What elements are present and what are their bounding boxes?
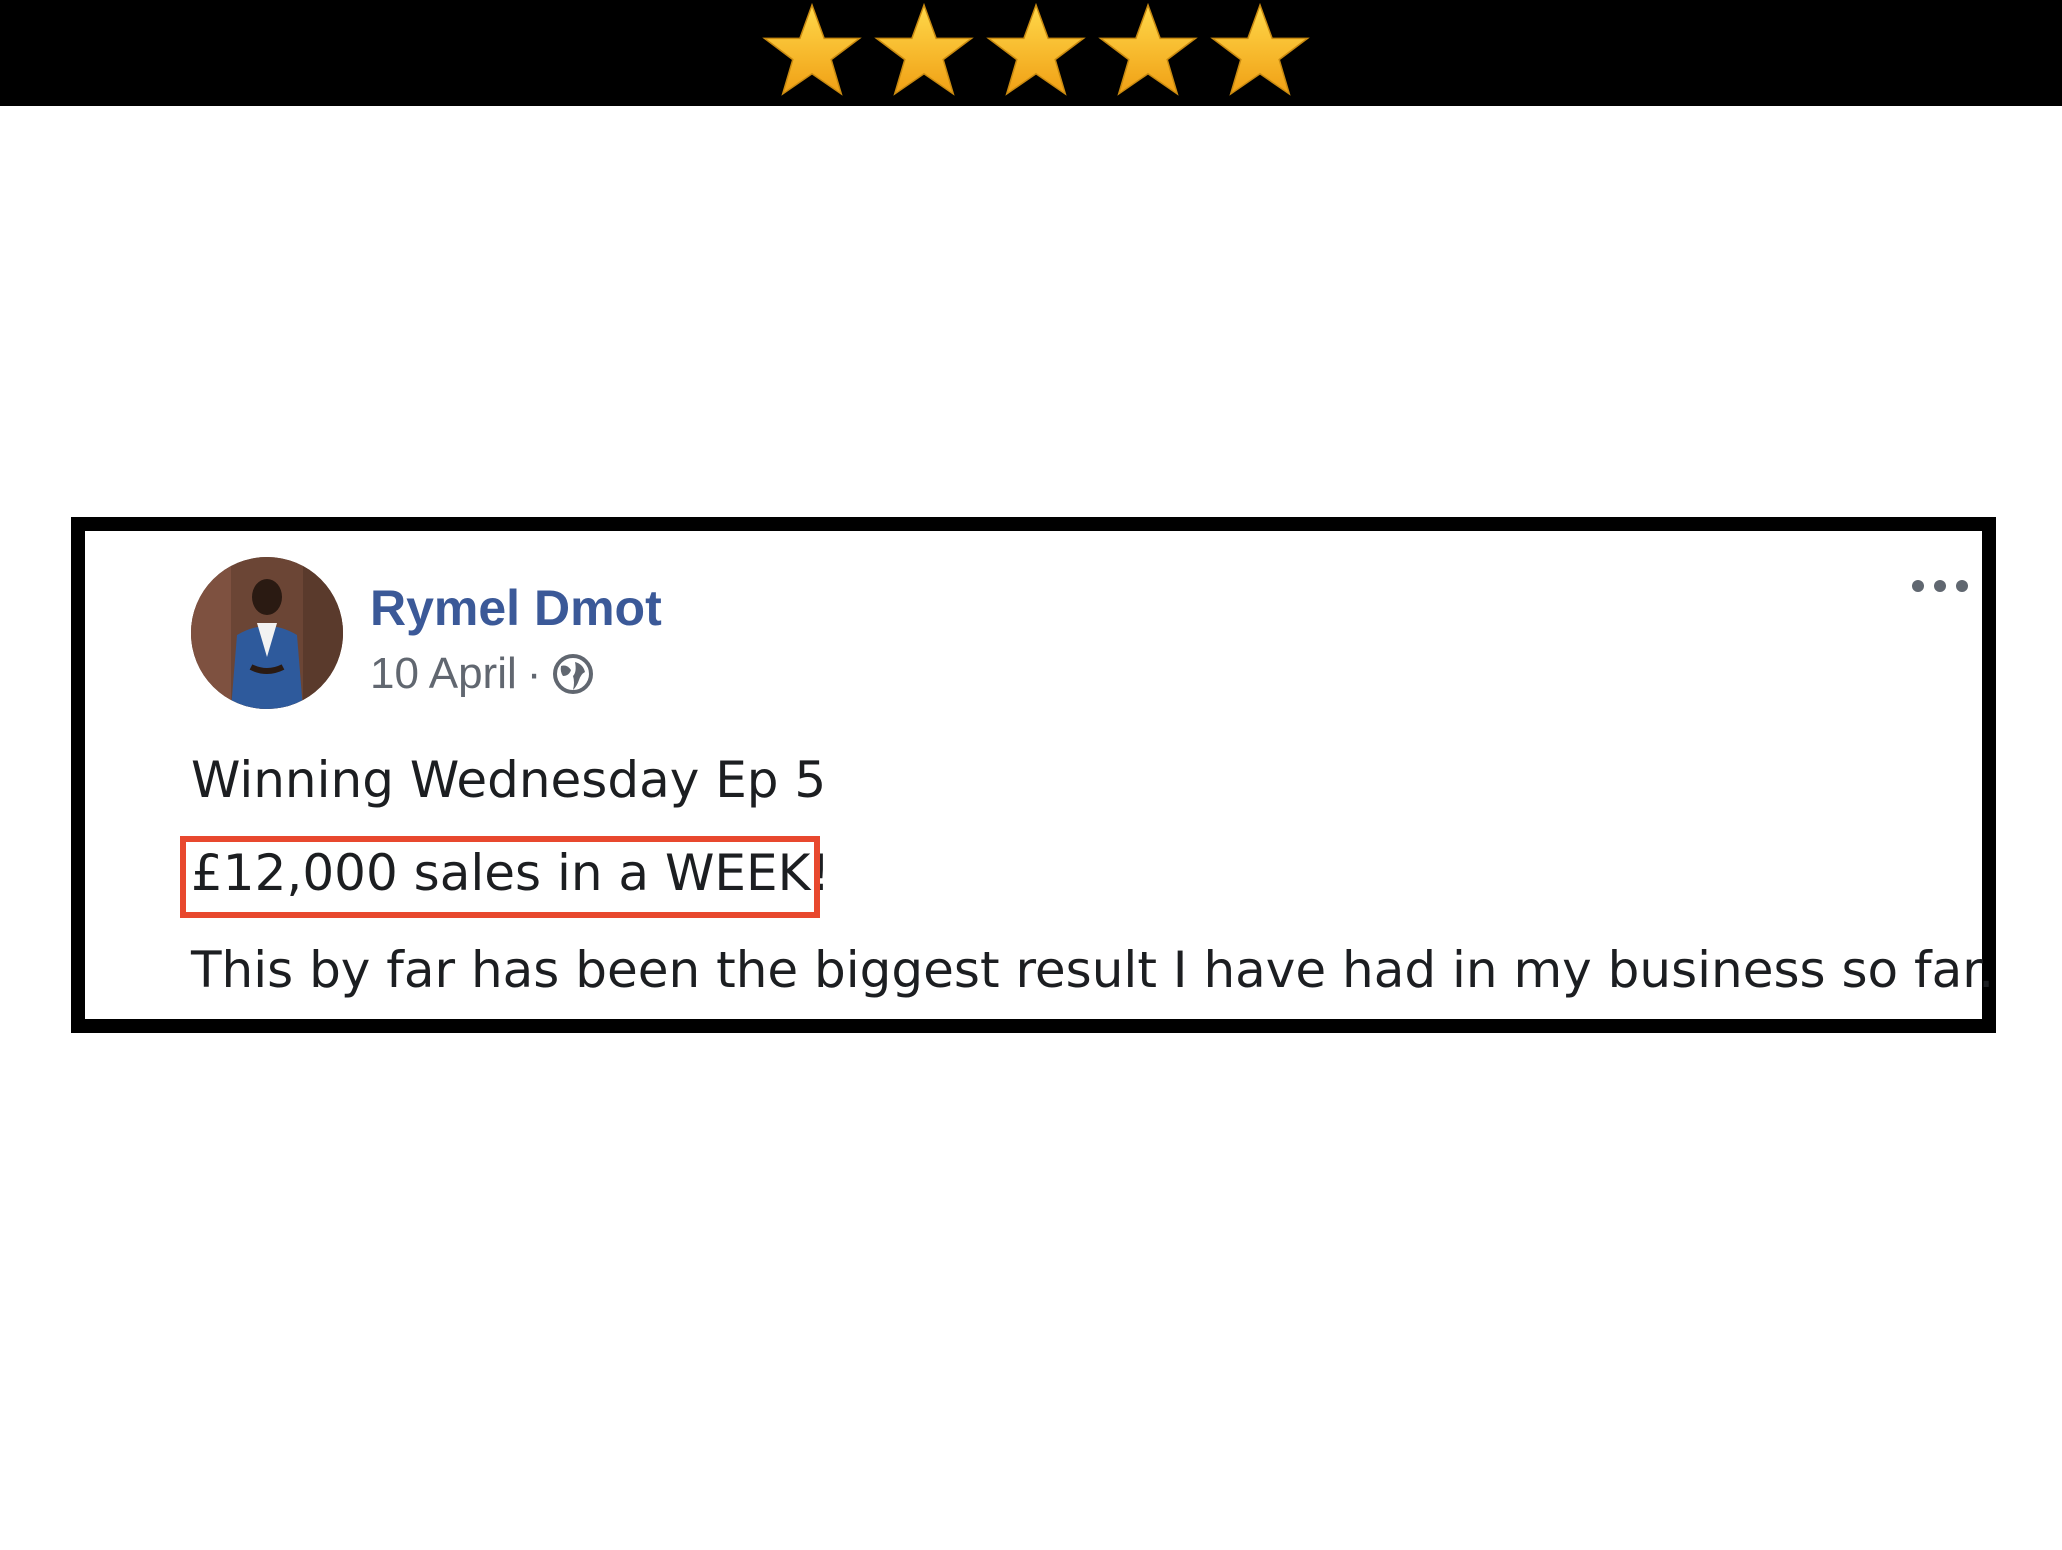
star-icon (1098, 2, 1198, 96)
star-icon (1210, 2, 1310, 96)
post-card: Rymel Dmot 10 April · Winning Wednesday … (71, 517, 1996, 1033)
star-icon (762, 2, 862, 96)
star-icon (986, 2, 1086, 96)
star-icon (874, 2, 974, 96)
avatar[interactable] (191, 557, 343, 709)
avatar-photo (191, 557, 343, 709)
highlight-box (180, 836, 820, 918)
globe-icon[interactable] (551, 652, 595, 696)
post-date[interactable]: 10 April (370, 649, 517, 699)
post-meta: 10 April · (370, 649, 595, 699)
author-name[interactable]: Rymel Dmot (370, 579, 662, 637)
post-text-line: This by far has been the biggest result … (191, 941, 1995, 999)
rating-bar (0, 0, 2062, 106)
post-text-line: Winning Wednesday Ep 5 (191, 751, 827, 809)
meta-separator: · (526, 649, 542, 698)
more-options-icon[interactable] (1908, 571, 1972, 601)
star-rating (760, 2, 1312, 102)
